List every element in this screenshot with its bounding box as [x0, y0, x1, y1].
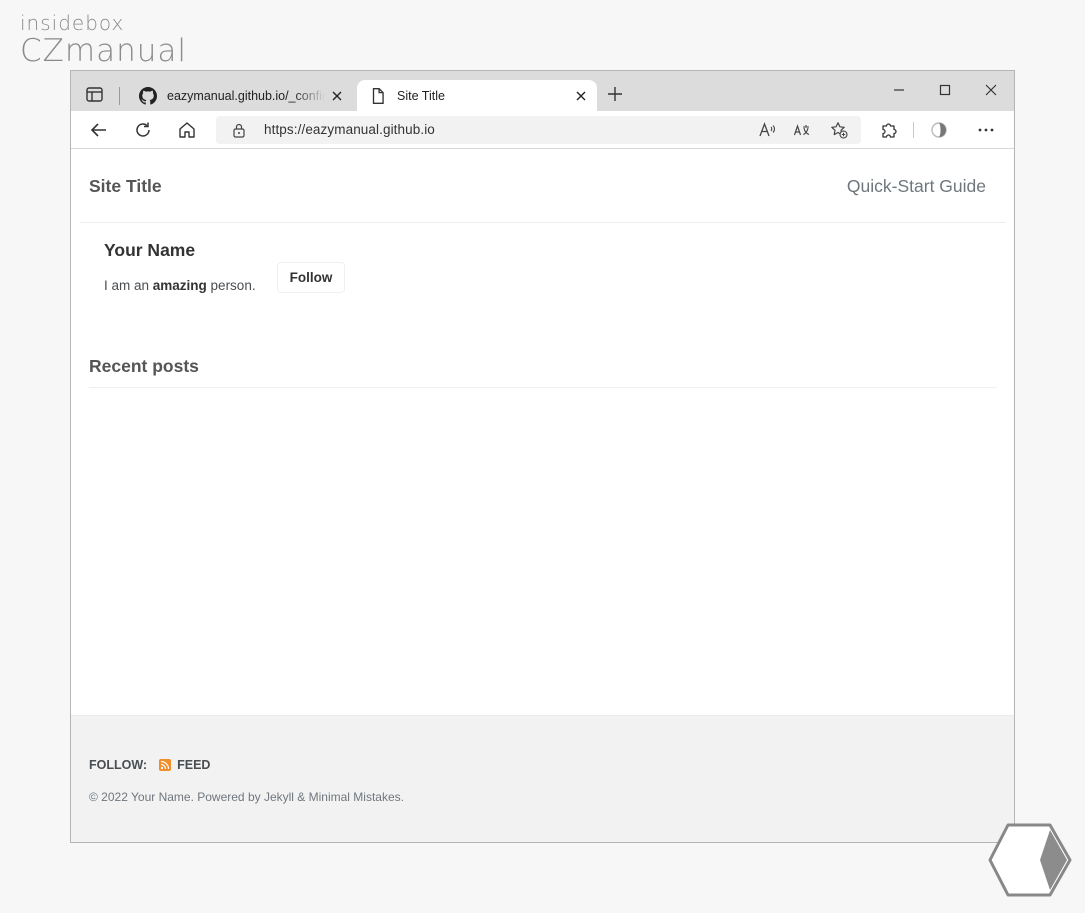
masthead: Site Title Quick-Start Guide	[80, 150, 1006, 223]
rss-icon[interactable]	[159, 759, 172, 771]
toolbar-divider	[913, 122, 914, 138]
address-bar[interactable]: https://eazymanual.github.io	[216, 116, 861, 144]
bio-bold: amazing	[152, 278, 207, 293]
tab-github-config[interactable]: eazymanual.github.io/_config.yml	[127, 80, 353, 111]
more-options-icon[interactable]	[976, 120, 996, 140]
refresh-icon[interactable]	[133, 120, 153, 140]
home-icon[interactable]	[177, 120, 197, 140]
tab-actions-icon[interactable]	[85, 85, 105, 105]
watermark-logo: insidebox CZmanual	[20, 12, 187, 68]
footer-follow-label: FOLLOW:	[89, 758, 148, 772]
maximize-icon[interactable]	[938, 83, 952, 97]
page-footer: FOLLOW: FEED © 2022 Your Name. Powered b…	[71, 715, 1014, 842]
recent-posts-heading: Recent posts	[89, 356, 199, 376]
minimize-icon[interactable]	[892, 83, 906, 97]
footer-feed-link[interactable]: FEED	[177, 758, 210, 772]
watermark-line1: insidebox	[20, 11, 125, 35]
follow-button[interactable]: Follow	[277, 262, 345, 293]
author-name: Your Name	[104, 240, 196, 260]
read-aloud-icon[interactable]	[758, 121, 776, 139]
tab-bar: eazymanual.github.io/_config.yml Site Ti…	[71, 71, 1014, 111]
page-icon	[372, 87, 384, 104]
add-favorite-icon[interactable]	[830, 121, 848, 139]
tab-divider	[119, 87, 120, 105]
web-page: Site Title Quick-Start Guide Your Name I…	[71, 150, 1014, 842]
site-title-link[interactable]: Site Title	[89, 176, 162, 197]
browser-toolbar: https://eazymanual.github.io	[71, 111, 1014, 149]
tab-label: Site Title	[397, 88, 445, 103]
hexagon-badge-icon	[988, 823, 1072, 897]
back-icon[interactable]	[89, 120, 109, 140]
lock-icon[interactable]	[232, 122, 246, 138]
new-tab-icon[interactable]	[607, 86, 623, 102]
translate-icon[interactable]	[793, 121, 811, 139]
browser-essentials-icon[interactable]	[929, 120, 949, 140]
author-bio: I am an amazing person.	[104, 278, 256, 293]
footer-follow-row: FOLLOW: FEED	[89, 758, 210, 772]
nav-quick-start-guide[interactable]: Quick-Start Guide	[847, 176, 986, 197]
tab-site-title[interactable]: Site Title	[357, 80, 597, 111]
close-window-icon[interactable]	[984, 83, 998, 97]
extensions-icon[interactable]	[879, 120, 899, 140]
footer-copyright: © 2022 Your Name. Powered by Jekyll & Mi…	[89, 790, 404, 804]
github-icon	[139, 86, 157, 105]
tab-label: eazymanual.github.io/_config.yml	[167, 88, 325, 103]
url-text: https://eazymanual.github.io	[264, 122, 435, 137]
watermark-line2: CZmanual	[20, 33, 187, 69]
browser-window: eazymanual.github.io/_config.yml Site Ti…	[70, 70, 1015, 843]
close-tab-icon[interactable]	[331, 90, 343, 102]
close-tab-icon[interactable]	[575, 90, 587, 102]
bio-suffix: person.	[206, 278, 256, 293]
bio-prefix: I am an	[104, 278, 153, 293]
divider	[89, 387, 997, 388]
